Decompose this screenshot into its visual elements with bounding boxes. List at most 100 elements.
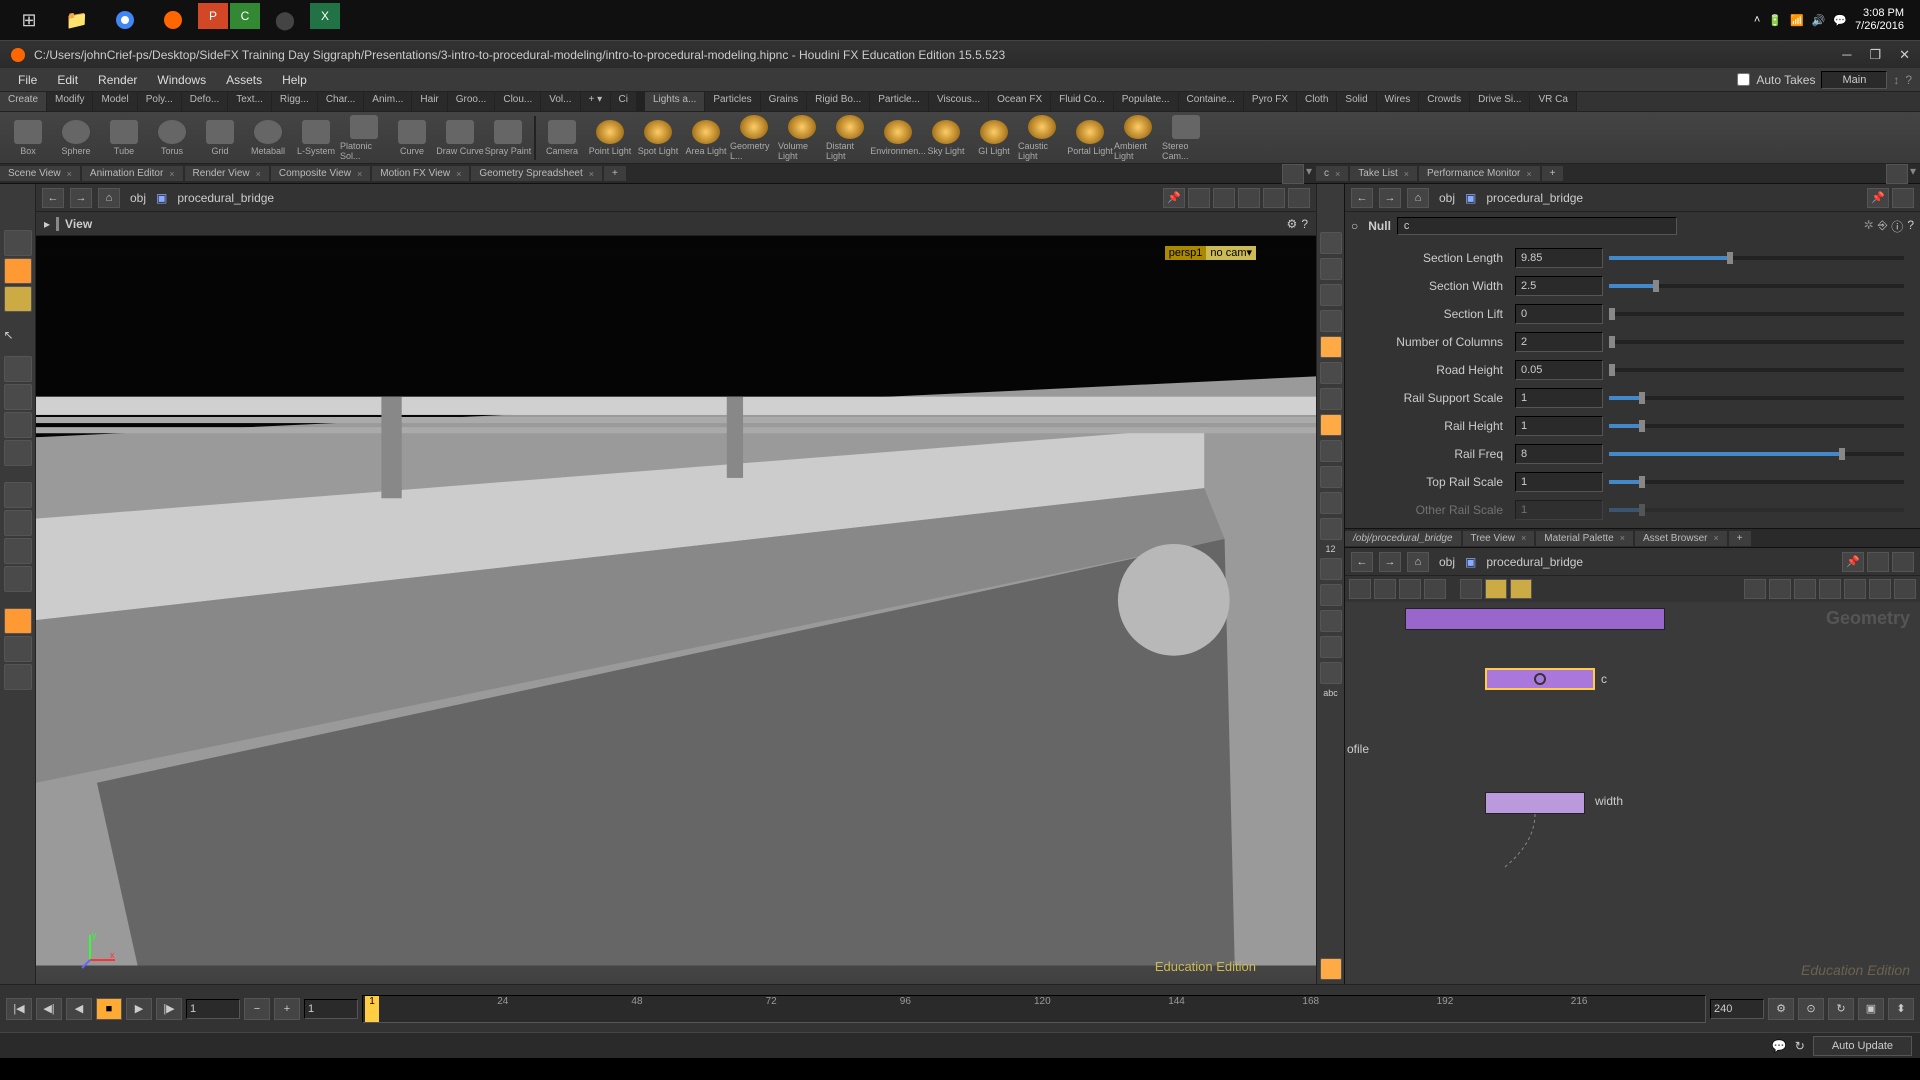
pane-btn1[interactable] bbox=[1282, 164, 1304, 184]
menu-help[interactable]: Help bbox=[272, 73, 317, 87]
strip-11[interactable] bbox=[1320, 492, 1342, 514]
param-slider[interactable] bbox=[1609, 424, 1904, 428]
param-input[interactable] bbox=[1515, 388, 1603, 408]
start-icon[interactable]: ⊞ bbox=[6, 3, 52, 37]
nt-r4[interactable] bbox=[1819, 579, 1841, 599]
tool-9[interactable] bbox=[4, 482, 32, 508]
param-slider[interactable] bbox=[1609, 480, 1904, 484]
tool-14[interactable] bbox=[4, 636, 32, 662]
battery-icon[interactable]: 🔋 bbox=[1768, 14, 1782, 27]
shelf-tab-vol[interactable]: Vol... bbox=[541, 92, 580, 111]
shelf-tab-particle[interactable]: Particle... bbox=[870, 92, 929, 111]
status-refresh-icon[interactable]: ↻ bbox=[1795, 1039, 1805, 1053]
auto-update-select[interactable]: Auto Update bbox=[1813, 1036, 1912, 1056]
tool-skylight[interactable]: Sky Light bbox=[922, 114, 970, 162]
strip-14[interactable] bbox=[1320, 584, 1342, 606]
param-pin[interactable]: 📌 bbox=[1867, 188, 1889, 208]
path-btn1[interactable]: 📌 bbox=[1163, 188, 1185, 208]
shelf-tab-create[interactable]: Create bbox=[0, 92, 47, 111]
net-pin[interactable]: 📌 bbox=[1842, 552, 1864, 572]
param-input[interactable] bbox=[1515, 472, 1603, 492]
strip-2[interactable] bbox=[1320, 258, 1342, 280]
path-node[interactable]: procedural_bridge bbox=[173, 191, 278, 205]
excel-icon[interactable]: X bbox=[310, 3, 340, 29]
strip-16[interactable] bbox=[1320, 636, 1342, 658]
shelf-tab-ci[interactable]: Ci bbox=[611, 92, 637, 111]
tab-material[interactable]: Material Palette× bbox=[1536, 531, 1633, 546]
shelf-tab-vr[interactable]: VR Ca bbox=[1530, 92, 1576, 111]
wifi-icon[interactable]: 📶 bbox=[1790, 14, 1804, 27]
net-back[interactable]: ← bbox=[1351, 552, 1373, 572]
nav-back[interactable]: ← bbox=[42, 188, 64, 208]
nt-r2[interactable] bbox=[1769, 579, 1791, 599]
tool-curve[interactable]: Curve bbox=[388, 114, 436, 162]
shelf-tab-rigid[interactable]: Rigid Bo... bbox=[807, 92, 870, 111]
shelf-tab-wires[interactable]: Wires bbox=[1377, 92, 1420, 111]
view-help-icon[interactable]: ? bbox=[1301, 217, 1308, 231]
tool-box[interactable]: Box bbox=[4, 114, 52, 162]
param-input[interactable] bbox=[1515, 444, 1603, 464]
strip-17[interactable] bbox=[1320, 662, 1342, 684]
nt-7[interactable] bbox=[1510, 579, 1532, 599]
close-icon[interactable]: ✕ bbox=[1899, 47, 1910, 63]
play-back[interactable]: ◀ bbox=[66, 998, 92, 1020]
nt-r3[interactable] bbox=[1794, 579, 1816, 599]
timeline-track[interactable]: 1 24487296120144168192216 bbox=[362, 995, 1706, 1023]
tab-render-view[interactable]: Render View× bbox=[185, 166, 269, 181]
tab-take-list[interactable]: Take List× bbox=[1350, 166, 1417, 181]
tool-3[interactable] bbox=[4, 286, 32, 312]
param-input[interactable] bbox=[1515, 416, 1603, 436]
play-fwd[interactable]: ▶ bbox=[126, 998, 152, 1020]
shelf-tab-defo[interactable]: Defo... bbox=[182, 92, 228, 111]
tool-7[interactable] bbox=[4, 412, 32, 438]
tool-pointlight[interactable]: Point Light bbox=[586, 114, 634, 162]
powerpoint-icon[interactable]: P bbox=[198, 3, 228, 29]
shelf-tab-rigg[interactable]: Rigg... bbox=[272, 92, 318, 111]
shelf-tab-hair[interactable]: Hair bbox=[412, 92, 447, 111]
tool-11[interactable] bbox=[4, 538, 32, 564]
tab-c[interactable]: c× bbox=[1316, 166, 1348, 181]
tool-ambient[interactable]: Ambient Light bbox=[1114, 114, 1162, 162]
app-icon[interactable]: ⬤ bbox=[262, 3, 308, 37]
tl-opt2[interactable]: ⊙ bbox=[1798, 998, 1824, 1020]
param-input[interactable] bbox=[1515, 276, 1603, 296]
menu-assets[interactable]: Assets bbox=[216, 73, 272, 87]
houdini-icon[interactable] bbox=[150, 3, 196, 37]
pane-btn2[interactable] bbox=[1886, 164, 1908, 184]
tab-plus3[interactable]: + bbox=[1729, 531, 1751, 546]
strip-8[interactable] bbox=[1320, 414, 1342, 436]
tool-portal[interactable]: Portal Light bbox=[1066, 114, 1114, 162]
tool-spotlight[interactable]: Spot Light bbox=[634, 114, 682, 162]
menu-file[interactable]: File bbox=[8, 73, 47, 87]
tool-select[interactable] bbox=[4, 230, 32, 256]
camtasia-icon[interactable]: C bbox=[230, 3, 260, 29]
shelf-tab-text[interactable]: Text... bbox=[228, 92, 272, 111]
help-icon[interactable]: ? bbox=[1905, 73, 1912, 87]
tool-lsystem[interactable]: L-System bbox=[292, 114, 340, 162]
tool-spraypaint[interactable]: Spray Paint bbox=[484, 114, 532, 162]
status-icon1[interactable]: 💬 bbox=[1772, 1039, 1787, 1053]
tab-plus2[interactable]: + bbox=[1542, 166, 1564, 181]
nt-r5[interactable] bbox=[1844, 579, 1866, 599]
tool-13[interactable] bbox=[4, 608, 32, 634]
tool-caustic[interactable]: Caustic Light bbox=[1018, 114, 1066, 162]
node-top[interactable] bbox=[1405, 608, 1665, 630]
param-slider[interactable] bbox=[1609, 508, 1904, 512]
maximize-icon[interactable]: ❐ bbox=[1869, 47, 1881, 63]
param-slider[interactable] bbox=[1609, 396, 1904, 400]
menu-windows[interactable]: Windows bbox=[147, 73, 216, 87]
frame-start[interactable] bbox=[304, 999, 358, 1019]
tab-plus[interactable]: + bbox=[604, 166, 626, 181]
strip-12[interactable] bbox=[1320, 518, 1342, 540]
net-fwd[interactable]: → bbox=[1379, 552, 1401, 572]
tab-motion[interactable]: Motion FX View× bbox=[372, 166, 469, 181]
take-select[interactable]: Main bbox=[1821, 71, 1887, 89]
minimize-icon[interactable]: ─ bbox=[1842, 47, 1851, 63]
gear-icon[interactable]: ✲ bbox=[1864, 218, 1874, 235]
shelf-tab-solid[interactable]: Solid bbox=[1337, 92, 1376, 111]
param-slider[interactable] bbox=[1609, 452, 1904, 456]
shelf-tab-poly[interactable]: Poly... bbox=[138, 92, 182, 111]
net-btn2[interactable] bbox=[1892, 552, 1914, 572]
shelf-tab-crowds[interactable]: Crowds bbox=[1419, 92, 1470, 111]
chevron-up-icon[interactable]: ˄ bbox=[1754, 14, 1760, 26]
